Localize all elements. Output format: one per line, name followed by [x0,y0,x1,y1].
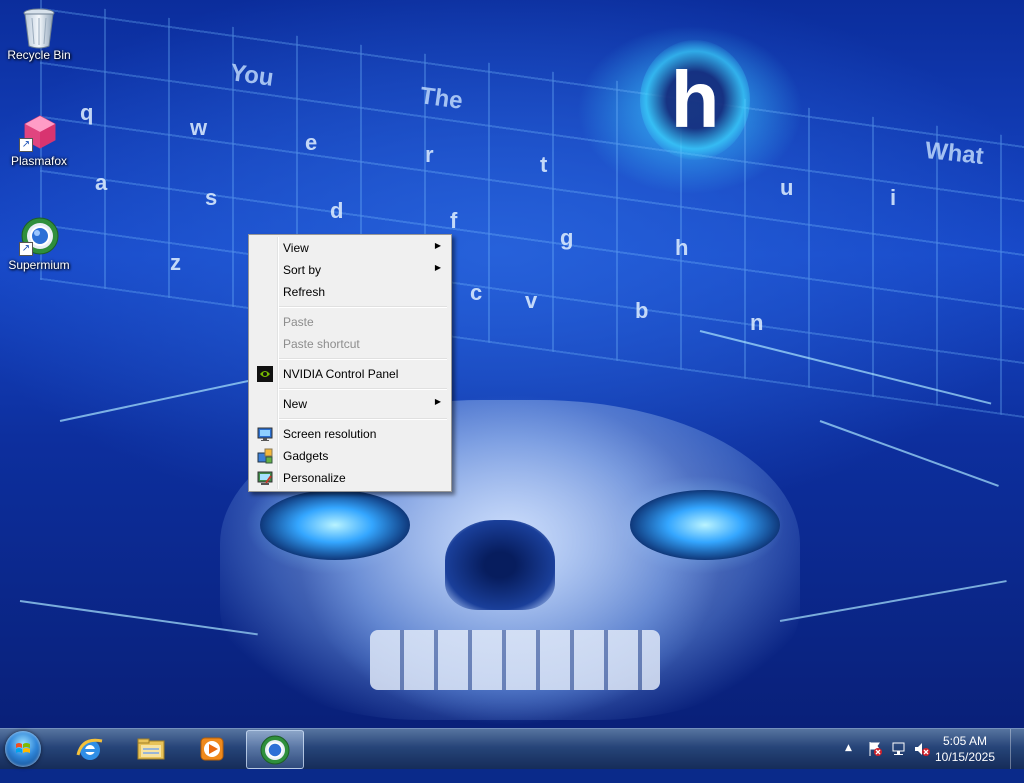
desktop-icon-supermium[interactable]: ↗ Supermium [1,216,77,272]
menu-item-gadgets[interactable]: Gadgets [251,445,449,467]
menu-item-label: Refresh [283,285,326,299]
wallpaper-key: q [80,100,94,125]
desktop-icon-recycle-bin[interactable]: Recycle Bin [1,6,77,62]
menu-item-label: New [283,397,308,411]
wallpaper-h-logo: h [640,40,750,160]
taskbar: ▲ 5:05 AM 10/15/2025 [0,728,1024,769]
taskbar-media-player[interactable] [184,730,240,767]
submenu-arrow-icon: ▶ [434,263,441,272]
wallpaper-key: d [330,198,344,223]
show-hidden-icons-icon[interactable]: ▲ [845,743,852,783]
taskbar-internet-explorer[interactable] [62,730,118,767]
wallpaper-word: What [923,137,985,170]
file-explorer-icon [137,738,165,760]
desktop-context-menu: View ▶ Sort by ▶ Refresh Paste Paste sho… [248,234,452,492]
wallpaper-key: v [525,288,538,313]
menu-item-sort-by[interactable]: Sort by ▶ [251,259,449,281]
supermium-icon: ↗ [19,216,59,256]
desktop-wallpaper[interactable]: You The What q w e r t a s d f g z x c v… [0,0,1024,728]
skull-right-eye [630,490,780,560]
network-icon[interactable] [891,741,907,781]
windows-start-orb-icon[interactable] [5,731,41,767]
personalize-icon [257,470,273,486]
wallpaper-key: h [675,235,689,260]
wallpaper-key: n [750,310,764,335]
menu-item-label: Personalize [283,471,346,485]
wallpaper-key: s [205,185,218,210]
menu-separator [279,418,447,420]
clock-time: 5:05 AM [942,734,988,748]
menu-item-refresh[interactable]: Refresh [251,281,449,303]
desktop-icon-label: Plasmafox [10,154,68,168]
skull-left-eye [260,490,410,560]
wallpaper-key: a [95,170,108,195]
menu-item-label: View [283,241,309,255]
internet-explorer-icon [76,738,103,760]
menu-item-label: Sort by [283,263,322,277]
wallpaper-key: r [425,142,434,167]
taskbar-file-explorer[interactable] [123,730,179,767]
clock-date: 10/15/2025 [934,750,996,764]
shortcut-arrow-icon: ↗ [19,138,33,152]
wallpaper-key: b [635,298,649,323]
menu-separator [279,358,447,360]
submenu-arrow-icon: ▶ [434,241,441,250]
menu-item-view[interactable]: View ▶ [251,237,449,259]
skull-teeth [370,630,660,690]
supermium-icon [260,735,290,765]
lightning-streak [779,580,1007,622]
wallpaper-keyboard-grid [40,0,1024,421]
submenu-arrow-icon: ▶ [434,397,441,406]
menu-item-label: Gadgets [283,449,329,463]
nvidia-icon [257,366,273,382]
wallpaper-key: c [470,280,483,305]
wallpaper-key: t [540,152,548,177]
wallpaper-key: u [780,175,794,200]
taskbar-supermium[interactable] [246,730,304,769]
desktop-icon-plasmafox[interactable]: ↗ Plasmafox [1,112,77,168]
menu-item-paste[interactable]: Paste [251,311,449,333]
plasmafox-icon: ↗ [19,112,59,152]
skull-nose [445,520,555,610]
taskbar-clock[interactable]: 5:05 AM 10/15/2025 [930,733,1000,765]
menu-item-label: Paste [283,315,314,329]
wallpaper-word: You [228,59,276,92]
recycle-bin-icon [19,6,59,49]
lightning-streak [819,420,999,487]
menu-item-screen-resolution[interactable]: Screen resolution [251,423,449,445]
wallpaper-key: i [890,185,897,210]
menu-item-label: NVIDIA Control Panel [283,367,399,381]
menu-item-nvidia-control-panel[interactable]: NVIDIA Control Panel [251,363,449,385]
wallpaper-key: z [170,250,181,275]
show-desktop-button[interactable] [1010,729,1024,769]
wallpaper-key: f [450,208,458,233]
wallpaper-key: e [305,130,318,155]
menu-item-personalize[interactable]: Personalize [251,467,449,489]
menu-item-new[interactable]: New ▶ [251,393,449,415]
menu-item-label: Paste shortcut [283,337,360,351]
action-center-icon[interactable] [867,741,883,781]
wallpaper-key: w [190,115,208,140]
menu-item-paste-shortcut[interactable]: Paste shortcut [251,333,449,355]
screen-resolution-icon [257,426,273,442]
desktop-icon-label: Recycle Bin [7,48,71,62]
desktop-icon-label: Supermium [8,258,70,272]
wallpaper-key: g [560,225,574,250]
wallpaper-word: The [418,82,465,115]
volume-muted-icon[interactable] [914,741,930,781]
menu-separator [279,306,447,308]
menu-separator [279,388,447,390]
menu-item-label: Screen resolution [283,427,377,441]
media-player-icon [200,737,224,761]
shortcut-arrow-icon: ↗ [19,242,33,256]
gadgets-icon [257,448,273,464]
